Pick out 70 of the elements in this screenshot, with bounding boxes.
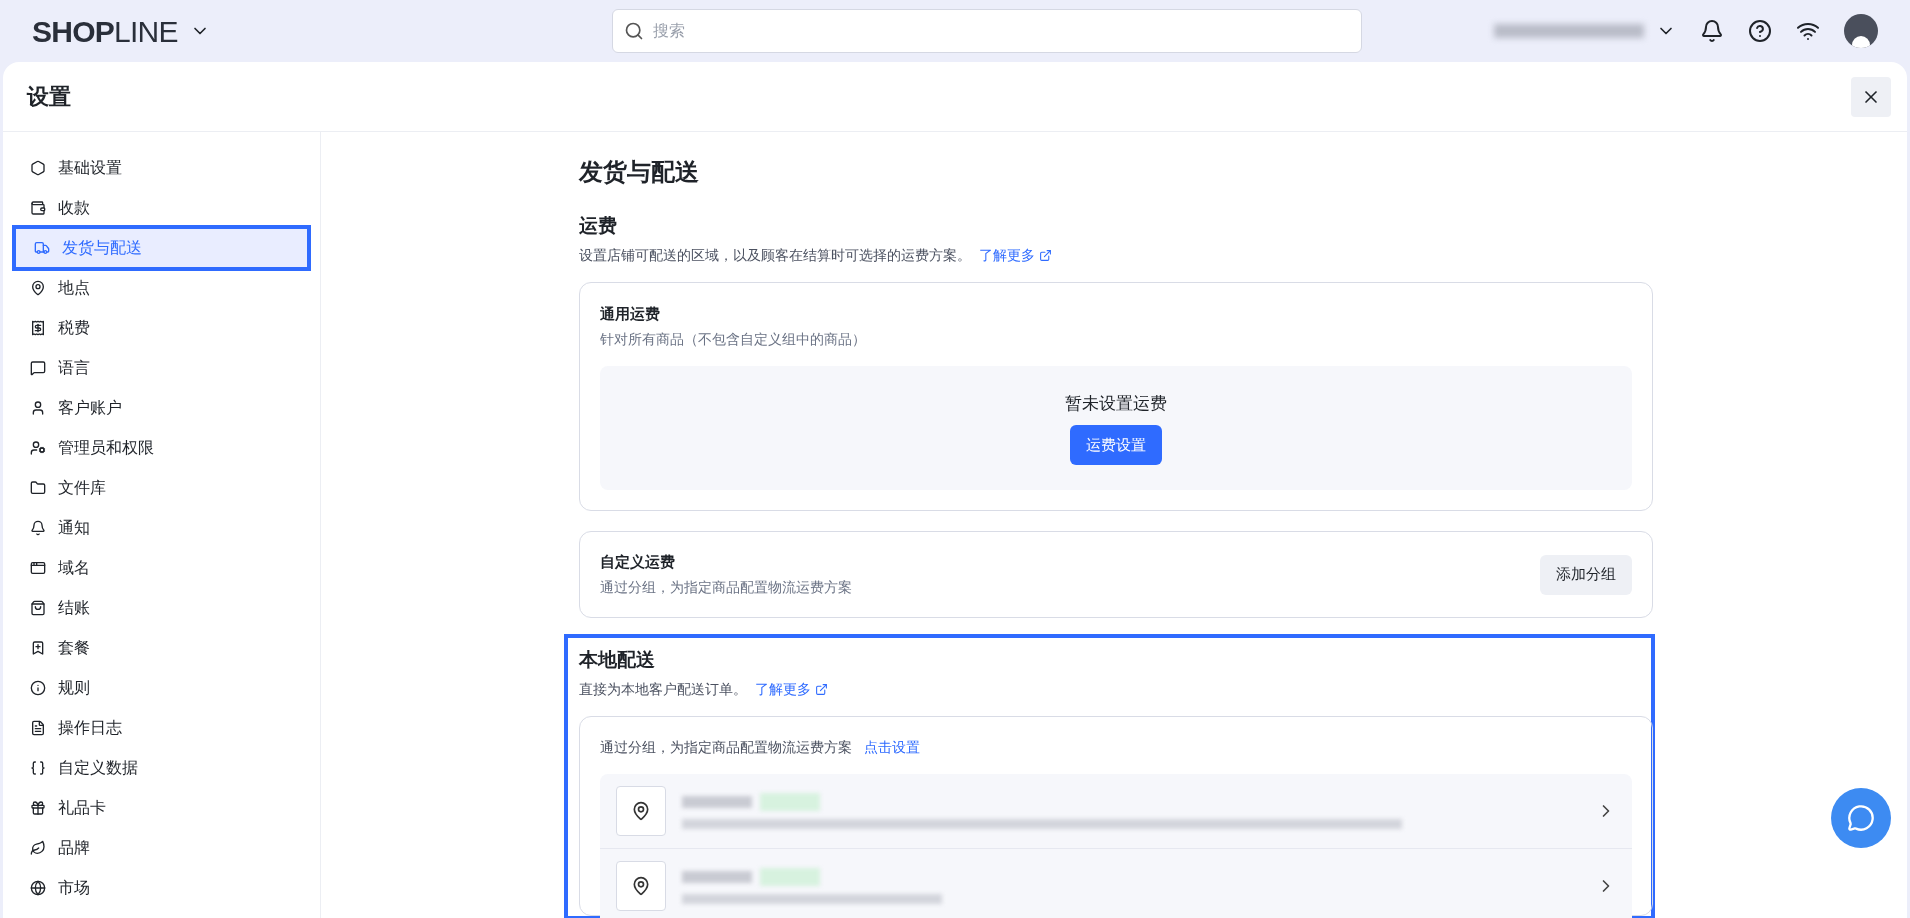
info-icon — [30, 680, 46, 696]
card-title: 通用运费 — [600, 303, 661, 324]
chat-icon — [1847, 804, 1875, 832]
truck-icon — [34, 240, 50, 256]
external-link-icon — [1039, 248, 1052, 262]
hexagon-icon — [30, 160, 46, 176]
close-button[interactable] — [1851, 76, 1891, 117]
map-pin-icon — [30, 280, 46, 296]
braces-icon — [30, 760, 46, 776]
location-pin-icon — [616, 860, 666, 911]
shipping-settings-button[interactable]: 运费设置 — [1070, 424, 1162, 465]
sidebar-item[interactable]: 客户账户 — [12, 388, 311, 428]
sidebar-item[interactable]: 域名 — [12, 548, 311, 588]
location-pin-icon — [616, 785, 666, 836]
chat-button[interactable] — [1831, 788, 1891, 848]
folder-icon — [30, 480, 46, 496]
sidebar-item[interactable]: 语言 — [12, 348, 311, 388]
shopline-logo[interactable]: SHOPLINE — [32, 8, 178, 54]
page-title: 发货与配送 — [579, 157, 700, 187]
sidebar-item[interactable]: 通知 — [12, 508, 311, 548]
card-subtitle: 针对所有商品（不包含自定义组中的商品） — [600, 330, 867, 349]
user-cog-icon — [30, 440, 46, 456]
leaf-icon — [30, 840, 46, 856]
sidebar-item[interactable]: 品牌 — [12, 828, 311, 868]
bookmark-icon — [30, 640, 46, 656]
sidebar-item[interactable]: 地点 — [12, 268, 311, 308]
empty-state-text: 暂未设置运费 — [1065, 393, 1167, 416]
bag-icon — [30, 600, 46, 616]
blurred-tag — [760, 792, 820, 811]
sidebar-item[interactable]: 管理员和权限 — [12, 428, 311, 468]
search-icon — [624, 21, 644, 41]
document-icon — [30, 720, 46, 736]
search-field[interactable]: 搜索 — [612, 9, 1362, 53]
section-description: 设置店铺可配送的区域，以及顾客在结算时可选择的运费方案。 了解更多 — [579, 244, 1653, 266]
setup-link[interactable]: 点击设置 — [864, 736, 920, 758]
sidebar-item[interactable]: 发货与配送 — [12, 225, 311, 271]
sidebar-item[interactable]: 自定义数据 — [12, 748, 311, 788]
card-description: 通过分组，为指定商品配置物流运费方案 点击设置 — [600, 736, 1632, 758]
blurred-tag — [760, 867, 820, 886]
bell-icon — [30, 520, 46, 536]
card-subtitle: 通过分组，为指定商品配置物流运费方案 — [600, 578, 852, 598]
sidebar-item[interactable]: 基础设置 — [12, 148, 311, 188]
sidebar-item[interactable]: 市场 — [12, 868, 311, 908]
sidebar-item[interactable]: 规则 — [12, 668, 311, 708]
sidebar-item[interactable]: 文件库 — [12, 468, 311, 508]
learn-more-link[interactable]: 了解更多 — [755, 678, 811, 700]
sidebar-item[interactable]: 收款 — [12, 188, 311, 228]
sidebar-item[interactable]: 结账 — [12, 588, 311, 628]
user-icon — [30, 400, 46, 416]
sidebar-item[interactable]: 操作日志 — [12, 708, 311, 748]
gift-icon — [30, 800, 46, 816]
learn-more-link[interactable]: 了解更多 — [979, 244, 1035, 266]
globe-icon — [30, 880, 46, 896]
language-icon — [30, 360, 46, 376]
panel-title: 设置 — [27, 83, 71, 111]
section-title: 运费 — [579, 214, 618, 238]
bell-icon[interactable] — [1700, 19, 1724, 43]
wallet-icon — [30, 200, 46, 216]
receipt-icon — [30, 320, 46, 336]
sidebar-item[interactable]: 礼品卡 — [12, 788, 311, 828]
sidebar-item[interactable]: 套餐 — [12, 628, 311, 668]
section-title: 本地配送 — [579, 648, 656, 672]
help-icon[interactable] — [1748, 19, 1772, 43]
card-title: 自定义运费 — [600, 551, 676, 572]
avatar-icon[interactable] — [1844, 14, 1878, 48]
browser-icon — [30, 560, 46, 576]
external-link-icon — [815, 682, 828, 696]
sidebar-item[interactable]: 税费 — [12, 308, 311, 348]
add-group-button[interactable]: 添加分组 — [1540, 554, 1632, 595]
section-description: 直接为本地客户配送订单。 了解更多 — [579, 678, 1651, 700]
